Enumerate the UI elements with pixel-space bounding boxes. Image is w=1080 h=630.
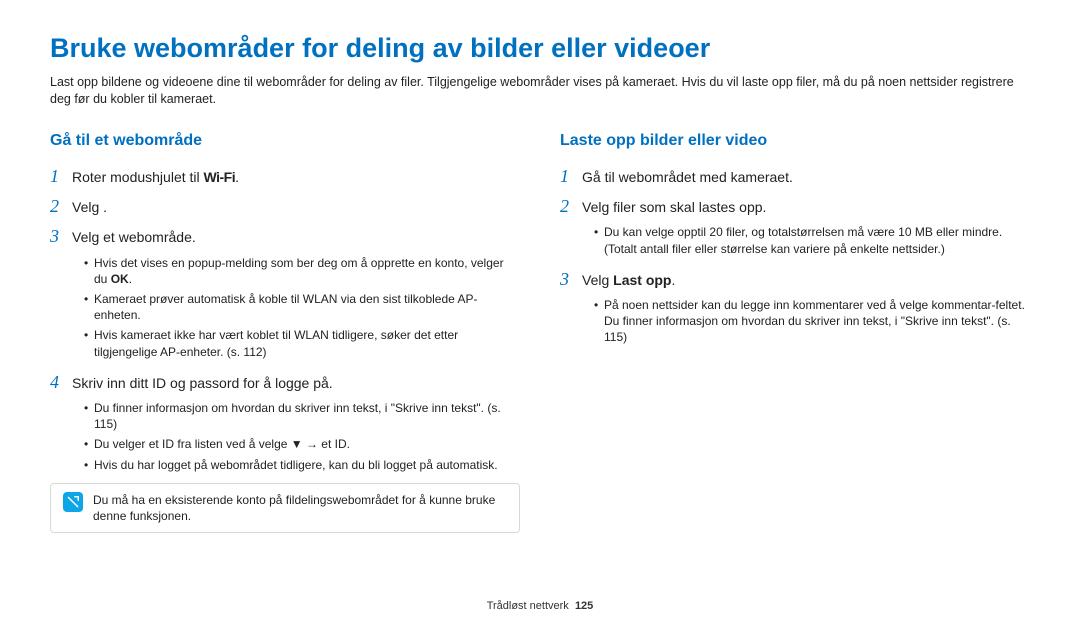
step-number: 1 [50, 164, 72, 188]
step-number: 1 [560, 164, 582, 188]
footer-section: Trådløst nettverk [487, 600, 569, 612]
right-heading: Laste opp bilder eller video [560, 130, 1030, 152]
text-fragment: . [129, 272, 132, 286]
step-number: 4 [50, 370, 72, 394]
step-text: Gå til webområdet med kameraet. [582, 168, 793, 187]
left-step-2: 2 Velg . [50, 194, 520, 218]
bullet-item: Hvis det vises en popup-melding som ber … [84, 255, 520, 287]
step-text: Velg filer som skal lastes opp. [582, 198, 766, 217]
text-fragment: Roter modushjulet til [72, 169, 204, 185]
bullet-item: På noen nettsider kan du legge inn komme… [594, 297, 1030, 346]
right-step-1: 1 Gå til webområdet med kameraet. [560, 164, 1030, 188]
step-text: Skriv inn ditt ID og passord for å logge… [72, 374, 333, 393]
right-step-2: 2 Velg filer som skal lastes opp. [560, 194, 1030, 218]
step-text: Roter modushjulet til Wi-Fi. [72, 168, 239, 187]
step-text: Velg et webområde. [72, 228, 196, 247]
left-heading: Gå til et webområde [50, 130, 520, 152]
intro-text: Last opp bildene og videoene dine til we… [50, 74, 1030, 108]
wifi-label: Wi-Fi [204, 169, 236, 185]
bullet-item: Hvis kameraet ikke har vært koblet til W… [84, 327, 520, 359]
left-step-3-bullets: Hvis det vises en popup-melding som ber … [84, 255, 520, 360]
step-text: Velg . [72, 198, 107, 217]
left-step-3: 3 Velg et webområde. [50, 224, 520, 248]
left-step-4-bullets: Du finner informasjon om hvordan du skri… [84, 400, 520, 473]
text-fragment: . [235, 169, 239, 185]
bullet-item: Du finner informasjon om hvordan du skri… [84, 400, 520, 432]
page-footer: Trådløst nettverk 125 [0, 599, 1080, 614]
step-number: 2 [560, 194, 582, 218]
two-column-layout: Gå til et webområde 1 Roter modushjulet … [50, 130, 1030, 533]
bullet-item: Kameraet prøver automatisk å koble til W… [84, 291, 520, 323]
step-text: Velg Last opp. [582, 271, 675, 290]
right-step-3: 3 Velg Last opp. [560, 267, 1030, 291]
note-icon [63, 492, 83, 512]
text-fragment: Velg [582, 272, 613, 288]
bold-text: OK [111, 272, 129, 286]
right-column: Laste opp bilder eller video 1 Gå til we… [560, 130, 1030, 533]
note-text: Du må ha en eksisterende konto på fildel… [93, 492, 507, 524]
step-number: 2 [50, 194, 72, 218]
right-step-2-bullets: Du kan velge opptil 20 filer, og totalst… [594, 224, 1030, 256]
page-title: Bruke webområder for deling av bilder el… [50, 30, 1030, 66]
right-step-3-bullets: På noen nettsider kan du legge inn komme… [594, 297, 1030, 346]
bullet-item: Du kan velge opptil 20 filer, og totalst… [594, 224, 1030, 256]
bullet-item: Hvis du har logget på webområdet tidlige… [84, 457, 520, 473]
footer-page-number: 125 [575, 600, 593, 612]
text-fragment: . [671, 272, 675, 288]
bullet-item: Du velger et ID fra listen ved å velge ▼… [84, 436, 520, 452]
step-number: 3 [560, 267, 582, 291]
bold-text: Last opp [613, 272, 671, 288]
text-fragment: Hvis det vises en popup-melding som ber … [94, 256, 504, 286]
step-number: 3 [50, 224, 72, 248]
left-column: Gå til et webområde 1 Roter modushjulet … [50, 130, 520, 533]
left-step-1: 1 Roter modushjulet til Wi-Fi. [50, 164, 520, 188]
note-box: Du må ha en eksisterende konto på fildel… [50, 483, 520, 533]
left-step-4: 4 Skriv inn ditt ID og passord for å log… [50, 370, 520, 394]
